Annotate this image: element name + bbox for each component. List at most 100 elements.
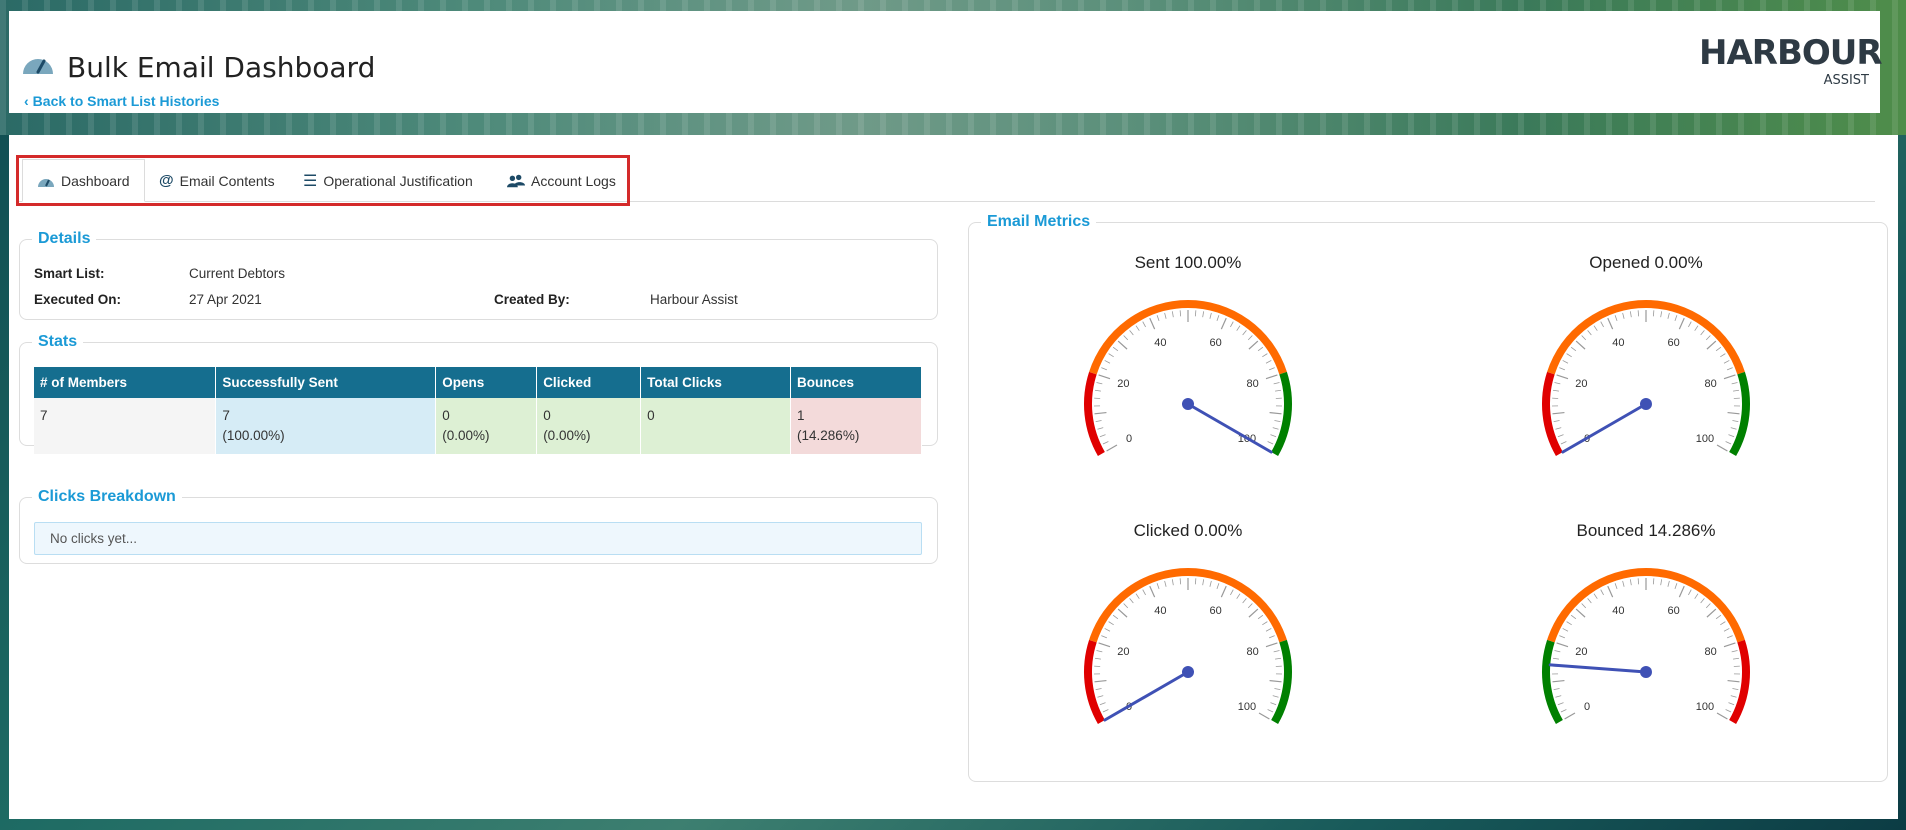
- gauge-tick: [1269, 411, 1282, 415]
- gauge-tick: [1716, 712, 1728, 720]
- main-content: Dashboard @ Email Contents ☰ Operational…: [9, 135, 1898, 819]
- members-value: 7: [40, 408, 48, 423]
- gauge-title: Clicked 0.00%: [1133, 521, 1243, 540]
- tab-email-contents-label: Email Contents: [179, 172, 275, 189]
- gauge-tick-label: 100: [1696, 433, 1714, 445]
- gauge-tick: [1730, 695, 1737, 698]
- gauge-tick: [1629, 311, 1632, 318]
- tab-dashboard[interactable]: Dashboard: [22, 159, 145, 202]
- gauge-tick: [1135, 593, 1140, 599]
- details-panel: Details Smart List: Current Debtors Exec…: [19, 230, 938, 320]
- sent-percent: (100.00%): [222, 428, 285, 443]
- gauge-tick: [1553, 688, 1560, 691]
- gauge-tick: [1171, 579, 1174, 586]
- gauge-tick: [1700, 330, 1705, 336]
- gauge-tick: [1637, 578, 1640, 585]
- gauge-needle-hub: [1182, 398, 1194, 410]
- gauge-tick: [1194, 310, 1197, 317]
- gauge-tick: [1560, 441, 1567, 445]
- back-to-smart-list-histories-link[interactable]: ‹ Back to Smart List Histories: [24, 93, 219, 109]
- gauge-tick: [1220, 317, 1227, 330]
- gauge-tick: [1248, 608, 1259, 618]
- gauge-tick: [1556, 642, 1569, 648]
- gauge-tick: [1716, 444, 1728, 452]
- gauge-tick: [1273, 382, 1280, 385]
- gauge-tick: [1257, 346, 1264, 352]
- gauge-tick: [1562, 628, 1569, 632]
- gauge-tick: [1660, 579, 1663, 586]
- gauge-tick-label: 40: [1612, 605, 1624, 617]
- gauge-tick: [1652, 310, 1655, 317]
- gauge-tick: [1723, 628, 1730, 632]
- members-cell: 7: [34, 398, 217, 454]
- gauge-dial: 020406080100: [1542, 568, 1750, 724]
- gauge-tick: [1104, 360, 1111, 364]
- gauge-dial: 020406080100: [1084, 568, 1292, 724]
- tab-operational-justification[interactable]: ☰ Operational Justification: [303, 159, 473, 202]
- gauge-dial: 020406080100: [1542, 300, 1750, 456]
- gauge-tick: [1267, 709, 1274, 713]
- gauge-tick: [1099, 434, 1106, 438]
- gauge-tick: [1559, 367, 1566, 371]
- column-header: Clicked: [536, 367, 642, 398]
- tab-account-logs-label: Account Logs: [531, 172, 616, 189]
- gauge-tick: [1096, 650, 1103, 653]
- gauge-tick: [1274, 688, 1281, 691]
- gauge-tick: [1720, 621, 1726, 626]
- sent-cell: 7 (100.00%): [215, 398, 437, 454]
- gauge-tick: [1720, 353, 1726, 358]
- gauge-tick: [1715, 614, 1722, 620]
- created-by-label: Created By:: [494, 292, 570, 307]
- gauge-title: Opened 0.00%: [1589, 253, 1703, 272]
- gauge-tick: [1700, 598, 1705, 604]
- gauge-tick: [1112, 346, 1119, 352]
- users-icon: [507, 174, 525, 187]
- tab-operational-justification-label: Operational Justification: [323, 172, 473, 189]
- gauge-tick: [1179, 310, 1182, 317]
- gauge-tick: [1570, 346, 1577, 352]
- gauge-title: Bounced 14.286%: [1576, 521, 1716, 540]
- gauge-tick: [1560, 709, 1567, 713]
- gauge-tick: [1117, 340, 1128, 350]
- opens-value: 0: [442, 408, 450, 423]
- gauge-tick: [1216, 315, 1220, 322]
- tab-account-logs[interactable]: Account Logs: [507, 159, 616, 202]
- gauge-tick: [1112, 614, 1119, 620]
- gauge-tick: [1637, 310, 1640, 317]
- gauge-tick: [1220, 585, 1227, 598]
- gauge-tick: [1106, 444, 1118, 452]
- gauge-tick: [1688, 321, 1692, 328]
- gauge-tick: [1164, 580, 1167, 587]
- gauge-needle-hub: [1182, 666, 1194, 678]
- gauge-tick-label: 40: [1612, 337, 1624, 349]
- gauge-tick: [1652, 578, 1655, 585]
- gauge-tick: [1108, 621, 1114, 626]
- gauge-tick: [1562, 360, 1569, 364]
- gauge-tick: [1095, 688, 1102, 691]
- gauge-tick: [1258, 712, 1270, 720]
- gauge-tick-label: 20: [1575, 378, 1587, 390]
- gauge-tick: [1149, 317, 1156, 330]
- gauge-tick: [1587, 598, 1592, 604]
- gauge-tick: [1149, 585, 1156, 598]
- gauge-tick-label: 60: [1210, 337, 1222, 349]
- gauge-tick: [1274, 389, 1282, 392]
- gauge-needle: [1103, 670, 1190, 722]
- gauge-tick-label: 100: [1696, 701, 1714, 713]
- gauge-tick: [1274, 657, 1282, 660]
- gauge-tick: [1552, 389, 1560, 392]
- gauge-tick: [1730, 427, 1737, 430]
- gauge-needle-hub: [1640, 666, 1652, 678]
- tab-email-contents[interactable]: @ Email Contents: [159, 159, 275, 202]
- gauge-tick: [1660, 311, 1663, 318]
- gauge-tick: [1555, 427, 1562, 430]
- gauge-tick: [1667, 312, 1670, 319]
- gauge-tick: [1622, 580, 1625, 587]
- bounces-percent: (14.286%): [797, 428, 860, 443]
- harbour-assist-logo: HARBOUR ASSIST: [1699, 29, 1883, 91]
- clicked-cell: 0 (0.00%): [536, 398, 642, 454]
- gauge: Sent 100.00%020406080100: [1063, 253, 1313, 493]
- gauge-tick: [1129, 598, 1134, 604]
- gauge-tick-label: 20: [1575, 646, 1587, 658]
- gauge-tick: [1570, 614, 1577, 620]
